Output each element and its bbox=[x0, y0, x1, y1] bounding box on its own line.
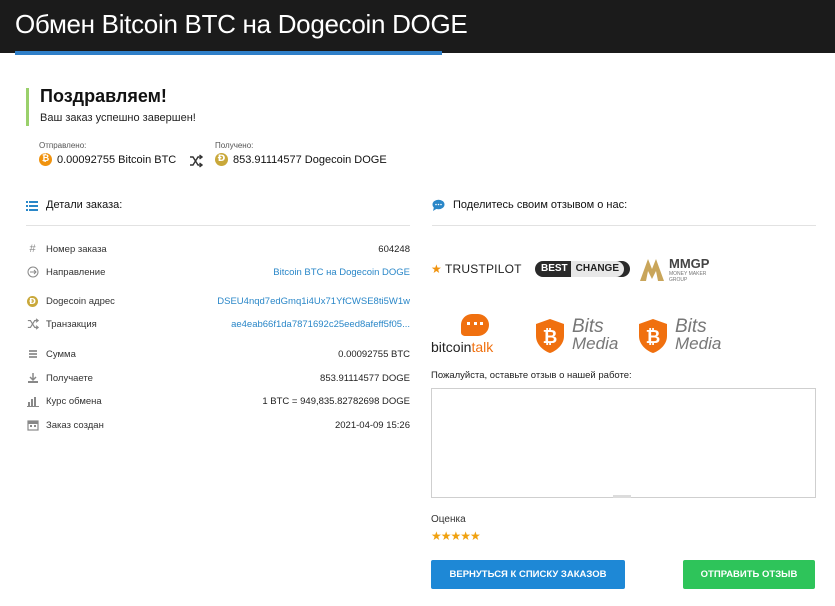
divider bbox=[26, 225, 410, 226]
bitcoin-icon: ₿ bbox=[39, 153, 52, 166]
bitcointalk-logo[interactable]: bitcointalk bbox=[431, 314, 516, 356]
trustpilot-logo[interactable]: ★ TRUSTPILOT bbox=[431, 262, 522, 276]
sent-label: Отправлено: bbox=[39, 141, 87, 150]
detail-label: Номер заказа bbox=[46, 243, 107, 255]
svg-text:₿: ₿ bbox=[646, 327, 661, 348]
rating-label: Оценка bbox=[431, 514, 466, 525]
detail-label: Транзакция bbox=[46, 318, 97, 330]
success-message: Ваш заказ успешно завершен! bbox=[40, 112, 196, 124]
detail-value: 0.00092755 BTC bbox=[338, 348, 410, 360]
detail-value: 2021-04-09 15:26 bbox=[334, 419, 410, 431]
transaction-link[interactable]: ae4eab66f1da7871692c25eed8afeff5f05... bbox=[231, 319, 410, 330]
direction-link[interactable]: Bitcoin BTC на Dogecoin DOGE bbox=[273, 267, 410, 278]
detail-label: Курс обмена bbox=[46, 395, 102, 407]
feedback-heading: Поделитесь своим отзывом о нас: bbox=[432, 199, 627, 211]
feedback-textarea[interactable] bbox=[431, 388, 816, 498]
detail-row-direction: Направление Bitcoin BTC на Dogecoin DOGE bbox=[26, 264, 410, 280]
detail-row-created: Заказ создан 2021-04-09 15:26 bbox=[26, 417, 410, 433]
bestchange-logo[interactable]: BEST CHANGE bbox=[535, 261, 631, 277]
received-value: 853.91114577 Dogecoin DOGE bbox=[233, 153, 387, 166]
detail-label: Получаете bbox=[46, 372, 93, 384]
trustpilot-star-icon: ★ bbox=[431, 262, 442, 276]
detail-label: Заказ создан bbox=[46, 419, 104, 431]
sent-amount: ₿ 0.00092755 Bitcoin BTC bbox=[39, 153, 176, 166]
divider bbox=[432, 225, 816, 226]
order-details-title: Детали заказа: bbox=[46, 199, 123, 211]
bitcoin-shield-icon: ₿ bbox=[639, 319, 667, 353]
calendar-icon bbox=[26, 419, 39, 432]
coins-icon bbox=[26, 348, 39, 361]
speech-bubble-icon bbox=[461, 314, 489, 336]
detail-row-order-number: # Номер заказа 604248 bbox=[26, 241, 410, 257]
header-accent-bar bbox=[15, 51, 442, 55]
feedback-prompt: Пожалуйста, оставьте отзыв о нашей работ… bbox=[431, 370, 632, 381]
bitsmedia-logo-2[interactable]: ₿ Bits Media bbox=[637, 315, 723, 359]
detail-row-dogecoin-address: Ð Dogecoin адрес DSEU4nqd7edGmq1i4Ux71Yf… bbox=[26, 293, 410, 309]
received-label: Получено: bbox=[215, 141, 254, 150]
detail-label: Сумма bbox=[46, 348, 76, 360]
detail-value: 853.91114577 DOGE bbox=[320, 372, 410, 384]
detail-label: Направление bbox=[46, 266, 106, 278]
page-header: Обмен Bitcoin BTC на Dogecoin DOGE bbox=[0, 0, 835, 55]
success-heading: Поздравляем! bbox=[40, 86, 167, 106]
chat-icon bbox=[432, 199, 445, 211]
feedback-title: Поделитесь своим отзывом о нас: bbox=[453, 199, 628, 211]
detail-value: 1 BTC = 949,835.82782698 DOGE bbox=[262, 395, 410, 407]
received-amount: Ð 853.91114577 Dogecoin DOGE bbox=[215, 153, 387, 166]
detail-row-transaction: Транзакция ae4eab66f1da7871692c25eed8afe… bbox=[26, 316, 410, 332]
list-icon bbox=[26, 200, 38, 211]
detail-value: 604248 bbox=[378, 243, 410, 255]
hash-icon: # bbox=[29, 243, 36, 255]
detail-row-exchange-rate: Курс обмена 1 BTC = 949,835.82782698 DOG… bbox=[26, 393, 410, 409]
download-icon bbox=[26, 372, 39, 385]
shuffle-icon bbox=[190, 154, 203, 168]
shuffle-icon bbox=[26, 318, 39, 331]
dogecoin-icon: Ð bbox=[215, 153, 228, 166]
success-banner: Поздравляем! Ваш заказ успешно завершен! bbox=[26, 86, 426, 126]
rating-stars[interactable]: ★★★★★ bbox=[431, 529, 481, 543]
order-details-heading: Детали заказа: bbox=[26, 199, 122, 211]
dogecoin-icon: Ð bbox=[26, 295, 39, 308]
sent-value: 0.00092755 Bitcoin BTC bbox=[57, 153, 177, 166]
svg-text:₿: ₿ bbox=[543, 327, 558, 348]
resize-grip[interactable] bbox=[613, 495, 631, 498]
bitsmedia-logo[interactable]: ₿ Bits Media bbox=[534, 315, 620, 359]
detail-label: Dogecoin адрес bbox=[46, 295, 115, 307]
detail-row-amount: Сумма 0.00092755 BTC bbox=[26, 346, 410, 362]
dogecoin-address-link[interactable]: DSEU4nqd7edGmq1i4Ux71YfCWSE8ti5W1w bbox=[217, 296, 410, 307]
back-to-orders-button[interactable]: ВЕРНУТЬСЯ К СПИСКУ ЗАКАЗОВ bbox=[431, 560, 625, 589]
mmgp-logo[interactable]: MMGP MONEY MAKER GROUP bbox=[638, 254, 723, 284]
page-title: Обмен Bitcoin BTC на Dogecoin DOGE bbox=[15, 9, 468, 39]
bitcoin-shield-icon: ₿ bbox=[536, 319, 564, 353]
send-feedback-button[interactable]: ОТПРАВИТЬ ОТЗЫВ bbox=[683, 560, 815, 589]
mmgp-emblem-icon bbox=[640, 259, 664, 281]
bar-chart-icon bbox=[26, 395, 39, 408]
detail-row-receive: Получаете 853.91114577 DOGE bbox=[26, 370, 410, 386]
arrow-circle-icon bbox=[26, 266, 39, 279]
